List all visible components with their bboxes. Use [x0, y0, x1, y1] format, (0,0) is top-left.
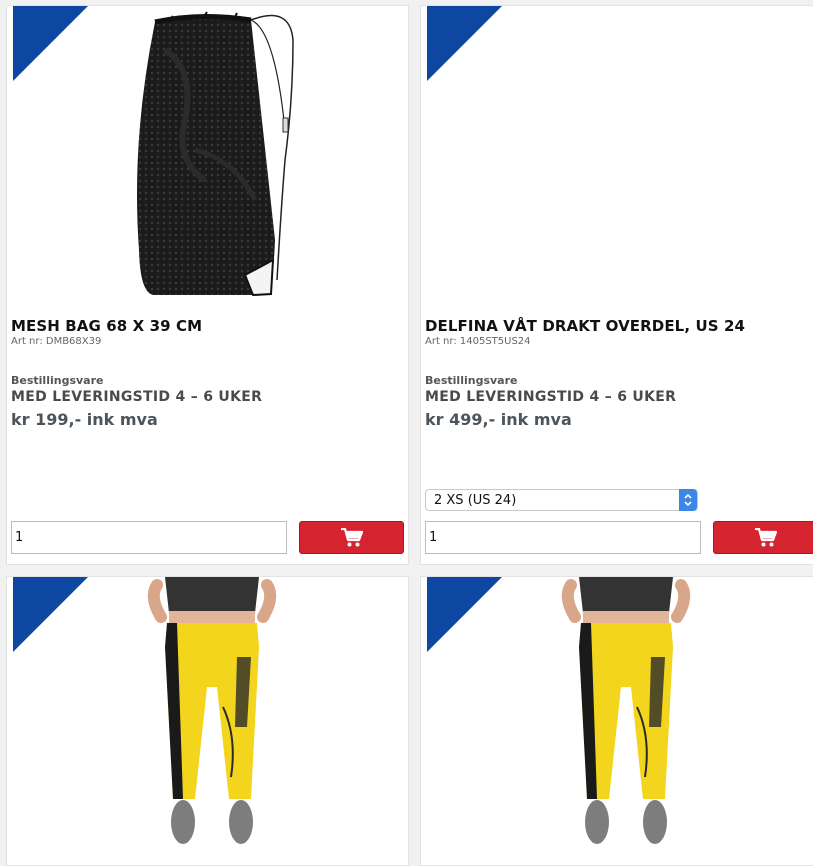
size-select[interactable]: 2 XS (US 24)	[425, 489, 698, 511]
product-title[interactable]: DELFINA VÅT DRAKT OVERDEL, US 24	[425, 317, 745, 335]
product-title[interactable]: MESH BAG 68 X 39 CM	[11, 317, 202, 335]
product-card	[6, 576, 409, 866]
article-number: Art nr: 1405ST5US24	[425, 336, 531, 347]
add-to-cart-button[interactable]	[713, 521, 813, 554]
cart-icon	[754, 527, 777, 546]
size-select-value: 2 XS (US 24)	[434, 492, 517, 508]
quantity-input[interactable]	[425, 521, 701, 554]
corner-ribbon	[427, 6, 502, 81]
corner-ribbon	[13, 6, 88, 81]
yellow-sweatpants-image[interactable]	[561, 577, 691, 853]
delivery-time: MED LEVERINGSTID 4 – 6 UKER	[425, 389, 677, 405]
product-price: kr 199,- ink mva	[11, 410, 158, 429]
corner-ribbon	[427, 577, 502, 652]
product-card	[420, 576, 813, 866]
corner-ribbon	[13, 577, 88, 652]
article-number: Art nr: DMB68X39	[11, 336, 102, 347]
product-card: DELFINA VÅT DRAKT OVERDEL, US 24 Art nr:…	[420, 5, 813, 565]
yellow-sweatpants-image[interactable]	[147, 577, 277, 853]
mesh-bag-image[interactable]	[125, 10, 295, 300]
availability-label: Bestillingsvare	[425, 374, 518, 387]
select-arrows-icon	[679, 489, 697, 511]
availability-label: Bestillingsvare	[11, 374, 104, 387]
product-card: MESH BAG 68 X 39 CM Art nr: DMB68X39 Bes…	[6, 5, 409, 565]
delivery-time: MED LEVERINGSTID 4 – 6 UKER	[11, 389, 263, 405]
cart-icon	[340, 527, 363, 546]
product-price: kr 499,- ink mva	[425, 410, 572, 429]
quantity-input[interactable]	[11, 521, 287, 554]
add-to-cart-button[interactable]	[299, 521, 404, 554]
